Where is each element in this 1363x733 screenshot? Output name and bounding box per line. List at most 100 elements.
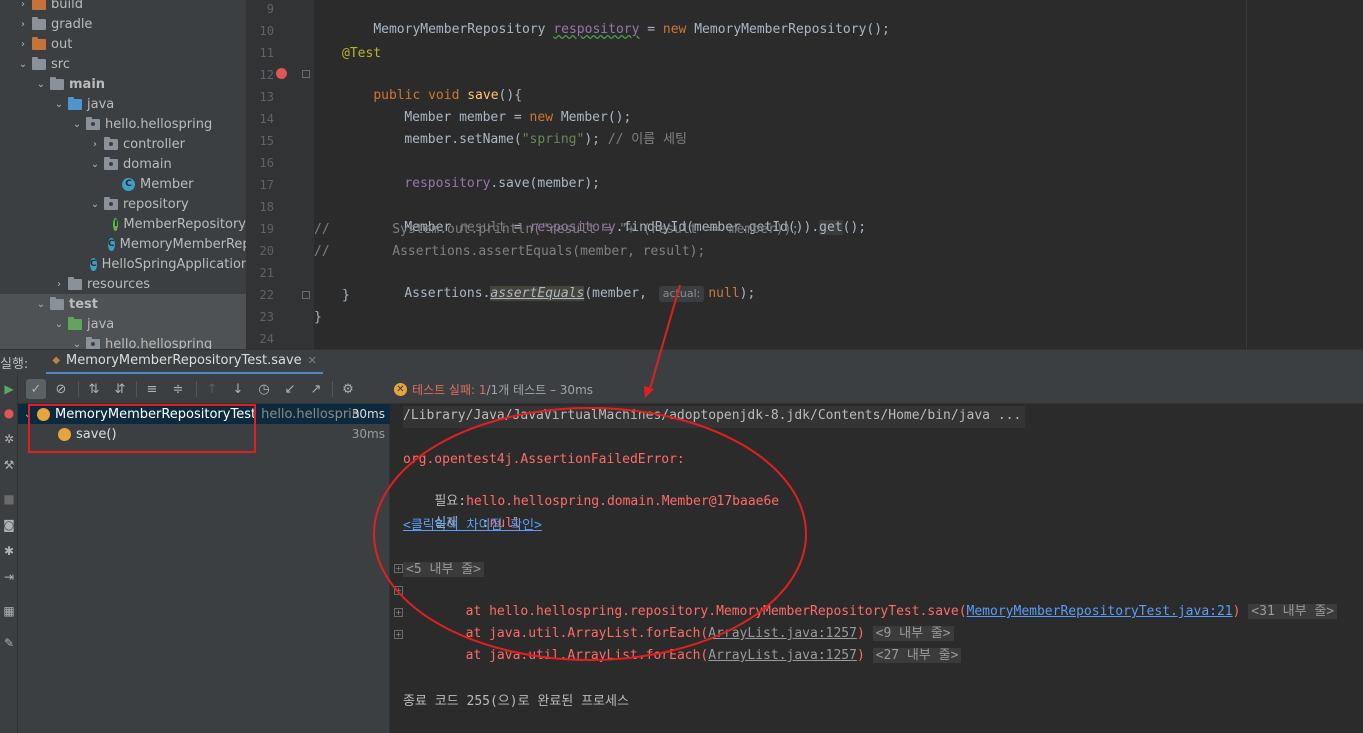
rerun-failed-icon[interactable]: ● <box>2 406 16 420</box>
chevron-down-icon[interactable]: ⌄ <box>52 317 66 331</box>
tree-item-label: hello.hellospring <box>105 116 213 132</box>
sort-alpha-icon[interactable]: ⇅ <box>84 379 104 399</box>
diff-link[interactable]: <클릭하여 차이점 확인> <box>403 516 542 538</box>
tree-item[interactable]: ⌄ main <box>0 74 246 94</box>
chevron-down-icon[interactable]: ⌄ <box>34 77 48 91</box>
run-test-icon[interactable] <box>276 68 287 79</box>
test-class-row[interactable]: ⌄ MemoryMemberRepositoryTest hello.hello… <box>18 404 390 424</box>
close-icon[interactable]: ✕ <box>308 354 317 367</box>
source-link[interactable]: ArrayList.java:1257 <box>708 648 857 663</box>
tree-item-label: main <box>69 76 106 92</box>
camera-icon[interactable]: ◙ <box>2 518 16 532</box>
test-method-row[interactable]: save() 30ms <box>18 424 390 444</box>
chevron-right-icon[interactable]: › <box>16 37 30 51</box>
pin-icon[interactable]: ✎ <box>2 636 16 650</box>
rerun-icon[interactable]: ▶ <box>2 382 16 396</box>
tree-item[interactable]: › resources <box>0 274 246 294</box>
test-duration: 30ms <box>351 407 385 421</box>
console-fold[interactable]: <27 내부 줄> <box>872 648 962 663</box>
tree-item-label: Member <box>140 176 194 192</box>
gear-icon[interactable]: ⚙ <box>338 379 358 399</box>
chevron-down-icon[interactable]: ⌄ <box>70 337 84 350</box>
package-icon <box>86 116 100 130</box>
test-summary: /1개 테스트 – 30ms <box>486 383 594 397</box>
tree-item-label: java <box>87 96 115 112</box>
debug-icon[interactable]: ✲ <box>2 432 16 446</box>
collapse-all-icon[interactable]: ≑ <box>168 379 188 399</box>
tree-item[interactable]: C HelloSpringApplication <box>0 254 246 274</box>
tree-item[interactable]: ⌄ src <box>0 54 246 74</box>
console-fold[interactable]: <31 내부 줄> <box>1248 604 1338 619</box>
chevron-right-icon[interactable]: › <box>52 277 66 291</box>
tree-item[interactable]: I MemberRepository <box>0 214 246 234</box>
export-icon[interactable]: ⇥ <box>2 570 16 584</box>
expand-icon[interactable]: + <box>394 630 403 639</box>
tree-item-label: src <box>51 56 70 72</box>
test-method-name: save() <box>76 426 117 442</box>
tree-item[interactable]: C Member <box>0 174 246 194</box>
show-passed-icon[interactable]: ✓ <box>26 379 46 399</box>
tree-item[interactable]: ⌄ java <box>0 314 246 334</box>
package-icon <box>104 136 118 150</box>
tree-item[interactable]: › gradle <box>0 14 246 34</box>
chevron-down-icon[interactable]: ⌄ <box>52 97 66 111</box>
previous-failed-icon[interactable]: ↑ <box>202 379 222 399</box>
folder-icon <box>68 276 82 290</box>
tree-item[interactable]: ⌄ test <box>0 294 246 314</box>
line-number: 22 <box>259 288 274 302</box>
chevron-down-icon[interactable]: ⌄ <box>16 57 30 71</box>
tree-item[interactable]: C MemoryMemberRepository <box>0 234 246 254</box>
code-editor[interactable]: MemoryMemberRepository respository = new… <box>314 0 1363 349</box>
chevron-right-icon[interactable]: › <box>16 0 30 11</box>
tree-item[interactable]: › build <box>0 0 246 14</box>
chevron-right-icon[interactable]: › <box>16 17 30 31</box>
settings-icon[interactable]: ✱ <box>2 544 16 558</box>
tree-item[interactable]: ⌄ repository <box>0 194 246 214</box>
line-number: 11 <box>259 46 274 60</box>
code-line-19: // System.out.println("result = "+ (resu… <box>314 222 800 237</box>
fold-icon[interactable] <box>302 291 310 299</box>
test-results-tree[interactable]: ⌄ MemoryMemberRepositoryTest hello.hello… <box>18 404 390 733</box>
run-tab[interactable]: ◆ MemoryMemberRepositoryTest.save ✕ <box>46 350 323 375</box>
layout-icon[interactable]: ▦ <box>2 604 16 618</box>
tree-item[interactable]: ⌄ hello.hellospring <box>0 334 246 349</box>
tree-item[interactable]: ⌄ java <box>0 94 246 114</box>
console-fold[interactable]: <5 내부 줄> <box>403 560 485 582</box>
expand-all-icon[interactable]: ≡ <box>142 379 162 399</box>
sort-duration-icon[interactable]: ⇵ <box>110 379 130 399</box>
right-margin-guide <box>1246 0 1247 349</box>
expand-icon[interactable]: + <box>394 608 403 617</box>
tree-item-label: HelloSpringApplication <box>101 256 246 272</box>
tree-item-label: controller <box>123 136 186 152</box>
tree-item[interactable]: ⌄ domain <box>0 154 246 174</box>
stop-icon[interactable]: ■ <box>2 492 16 506</box>
source-link[interactable]: MemoryMemberRepositoryTest.java:21 <box>967 604 1233 619</box>
chevron-down-icon[interactable]: ⌄ <box>88 197 102 211</box>
expand-icon[interactable]: + <box>394 586 403 595</box>
chevron-down-icon[interactable]: ⌄ <box>88 157 102 171</box>
expand-icon[interactable]: + <box>394 564 403 573</box>
console-output[interactable]: /Library/Java/JavaVirtualMachines/adopto… <box>391 404 1363 733</box>
line-number: 18 <box>259 200 274 214</box>
stack-frame: at java.util.ArrayList.forEach(ArrayList… <box>403 604 954 641</box>
line-number: 15 <box>259 134 274 148</box>
run-tool-window-header: 실행: ◆ MemoryMemberRepositoryTest.save ✕ <box>0 349 1363 375</box>
chevron-right-icon[interactable]: › <box>88 137 102 151</box>
export-results-icon[interactable]: ↗ <box>306 379 326 399</box>
tree-item[interactable]: › out <box>0 34 246 54</box>
import-icon[interactable]: ↙ <box>280 379 300 399</box>
chevron-down-icon[interactable]: ⌄ <box>70 117 84 131</box>
wrench-icon[interactable]: ⚒ <box>2 458 16 472</box>
chevron-down-icon[interactable]: ⌄ <box>34 297 48 311</box>
tree-item[interactable]: › controller <box>0 134 246 154</box>
tree-item[interactable]: ⌄ hello.hellospring <box>0 114 246 134</box>
fold-icon[interactable] <box>302 70 310 78</box>
show-ignored-icon[interactable]: ⊘ <box>51 379 71 399</box>
folder-icon <box>68 316 82 330</box>
test-runner-toolbar: ✓ ⊘ ⇅ ⇵ ≡ ≑ ↑ ↓ ◷ ↙ ↗ ⚙ ✕ 테스트 실패: 1 /1개 … <box>18 374 1363 404</box>
history-icon[interactable]: ◷ <box>254 379 274 399</box>
tree-item-label: repository <box>123 196 189 212</box>
next-failed-icon[interactable]: ↓ <box>228 379 248 399</box>
code-line-14: member.setName("spring"); // 이름 세팅 <box>404 132 687 147</box>
